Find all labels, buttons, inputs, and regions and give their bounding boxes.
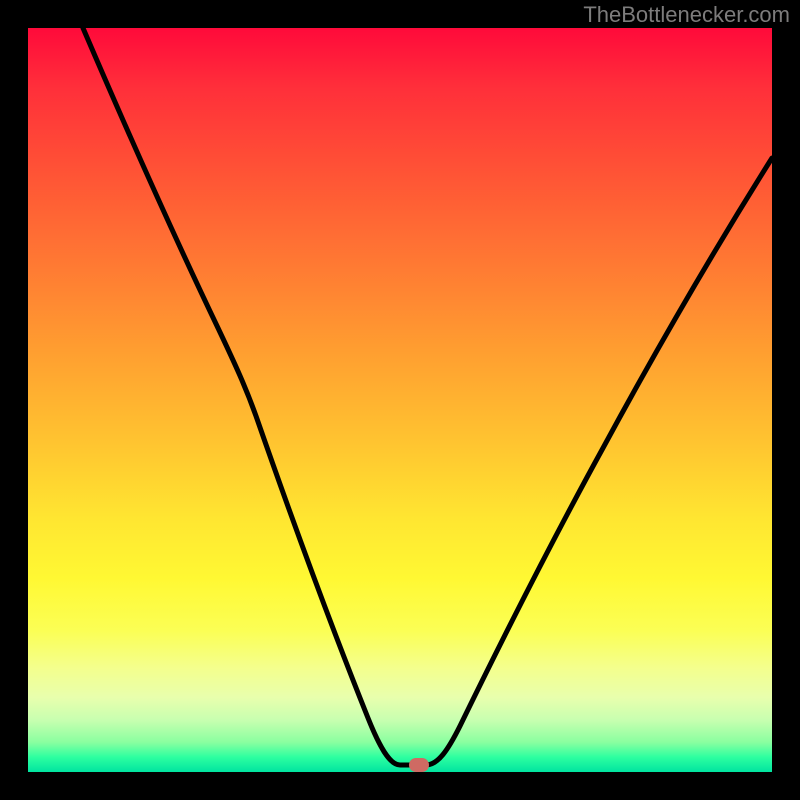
chart-plot-area (28, 28, 772, 772)
watermark-text: TheBottlenecker.com (583, 2, 790, 28)
bottleneck-curve (83, 28, 772, 765)
minimum-marker (409, 758, 429, 772)
curve-svg (28, 28, 772, 772)
chart-frame: TheBottlenecker.com (0, 0, 800, 800)
